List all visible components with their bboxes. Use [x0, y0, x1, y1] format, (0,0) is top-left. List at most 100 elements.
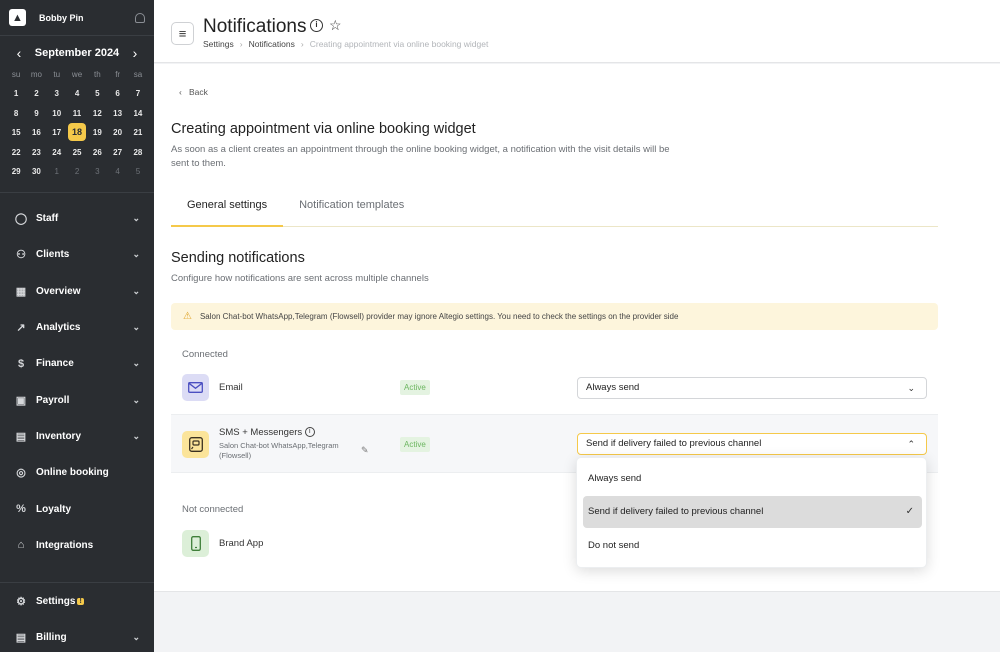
sidebar-item-label: Billing: [36, 631, 67, 643]
hamburger-icon: ≡: [178, 26, 187, 41]
email-send-mode-select[interactable]: Always send ⌄: [577, 377, 927, 399]
back-label: Back: [188, 87, 208, 97]
info-icon[interactable]: i: [310, 19, 323, 32]
calendar-day[interactable]: 3: [47, 84, 67, 104]
sidebar-item-integrations[interactable]: ⌂ Integrations: [0, 527, 154, 563]
breadcrumb: Settings › Notifications › Creating appo…: [203, 39, 488, 49]
dropdown-option-send-if-failed[interactable]: Send if delivery failed to previous chan…: [583, 496, 922, 528]
calendar-day[interactable]: 14: [128, 104, 148, 124]
calendar-day[interactable]: 1: [6, 84, 26, 104]
chevron-down-icon: ⌄: [132, 213, 140, 224]
tab-notification-templates[interactable]: Notification templates: [283, 191, 420, 227]
channel-name: Brand App: [219, 538, 264, 549]
sidebar-item-finance[interactable]: $ Finance ⌄: [0, 346, 154, 382]
not-connected-label: Not connected: [182, 504, 244, 515]
calendar-day[interactable]: 26: [87, 143, 107, 163]
mobile-icon: [182, 530, 209, 557]
people-icon: ⚇: [16, 249, 26, 262]
channel-provider: Salon Chat-bot WhatsApp,Telegram (Flowse…: [219, 441, 339, 460]
chevron-down-icon: ⌄: [132, 631, 140, 642]
calendar-day[interactable]: 25: [67, 143, 87, 163]
prev-month-icon[interactable]: ‹: [12, 45, 26, 61]
calendar-today[interactable]: 18: [68, 123, 87, 141]
menu-button[interactable]: ≡: [171, 22, 194, 45]
calendar-day[interactable]: 1: [47, 162, 67, 182]
pencil-icon[interactable]: ✎: [361, 445, 369, 456]
person-icon: ◯: [14, 213, 28, 226]
channel-name-text: SMS + Messengers: [219, 427, 303, 438]
sidebar-item-online-booking[interactable]: ◎ Online booking: [0, 455, 154, 491]
calendar-day[interactable]: 11: [67, 104, 87, 124]
sms-send-mode-select[interactable]: Send if delivery failed to previous chan…: [577, 433, 927, 455]
calendar-day[interactable]: 23: [26, 143, 46, 163]
notification-description: As soon as a client creates an appointme…: [171, 144, 670, 169]
tab-general-settings[interactable]: General settings: [171, 191, 284, 227]
chevron-down-icon: ⌄: [132, 358, 140, 369]
calendar-day[interactable]: 2: [26, 84, 46, 104]
star-icon[interactable]: ☆: [329, 18, 342, 32]
box-icon: ▤: [15, 430, 27, 443]
sidebar-item-settings[interactable]: ⚙ Settings!: [0, 583, 154, 619]
calendar-day[interactable]: 7: [128, 84, 148, 104]
sidebar-item-clients[interactable]: ⚇ Clients ⌄: [0, 237, 154, 273]
sidebar-item-label: Integrations: [36, 539, 94, 551]
calendar-day[interactable]: 3: [87, 162, 107, 182]
calendar-day[interactable]: 21: [128, 123, 148, 143]
calendar-day[interactable]: 12: [87, 104, 107, 124]
chevron-down-icon: ⌄: [907, 383, 915, 393]
calendar-day[interactable]: 10: [47, 104, 67, 124]
channel-name: SMS + Messengers i: [219, 427, 315, 438]
sidebar-item-label: Clients: [36, 249, 70, 261]
calendar-weekday: th: [94, 70, 101, 79]
calendar-day[interactable]: 22: [6, 143, 26, 163]
calendar-day[interactable]: 16: [26, 123, 46, 143]
wallet-icon: ▣: [15, 394, 27, 407]
calendar-day[interactable]: 19: [87, 123, 107, 143]
breadcrumb-current: Creating appointment via online booking …: [309, 39, 489, 49]
calendar-day[interactable]: 18: [67, 123, 87, 143]
sidebar-item-label: Overview: [36, 285, 81, 297]
back-link[interactable]: ‹ Back: [179, 87, 208, 97]
calendar-day[interactable]: 9: [26, 104, 46, 124]
calendar-day[interactable]: 4: [107, 162, 127, 182]
sidebar-item-analytics[interactable]: ↗ Analytics ⌄: [0, 309, 154, 345]
channel-row-email: Email Active Always send ⌄: [171, 362, 938, 414]
select-value: Send if delivery failed to previous chan…: [586, 438, 762, 449]
bell-icon[interactable]: [135, 12, 145, 23]
calendar-day[interactable]: 27: [107, 143, 127, 163]
calendar-day[interactable]: 13: [107, 104, 127, 124]
warning-banner: ⚠ Salon Chat-bot WhatsApp,Telegram (Flow…: [171, 303, 938, 330]
calendar-day[interactable]: 4: [67, 84, 87, 104]
calendar-weekday: sa: [133, 70, 143, 79]
dropdown-option-do-not-send[interactable]: Do not send: [583, 530, 922, 562]
user-header[interactable]: ▲ Bobby Pin: [0, 0, 154, 36]
sidebar-item-inventory[interactable]: ▤ Inventory ⌄: [0, 418, 154, 454]
calendar-day[interactable]: 5: [87, 84, 107, 104]
calendar-day[interactable]: 30: [26, 162, 46, 182]
calendar-day[interactable]: 29: [6, 162, 26, 182]
sidebar-item-overview[interactable]: ▦ Overview ⌄: [0, 273, 154, 309]
sidebar-item-billing[interactable]: ▤ Billing ⌄: [0, 619, 154, 652]
calendar-day[interactable]: 8: [6, 104, 26, 124]
calendar-day[interactable]: 5: [128, 162, 148, 182]
user-name: Bobby Pin: [39, 12, 84, 23]
calendar-day[interactable]: 15: [6, 123, 26, 143]
section-title: Sending notifications: [171, 250, 305, 266]
top-bar: ≡ Notifications i ☆ Settings › Notificat…: [154, 0, 1000, 63]
sidebar-item-payroll[interactable]: ▣ Payroll ⌄: [0, 382, 154, 418]
sidebar-item-label: Online booking: [36, 467, 109, 479]
breadcrumb-settings[interactable]: Settings: [203, 39, 234, 49]
sidebar-item-loyalty[interactable]: % Loyalty: [0, 491, 154, 527]
breadcrumb-notifications[interactable]: Notifications: [249, 39, 295, 49]
sidebar-item-staff[interactable]: ◯ Staff ⌄: [0, 201, 154, 237]
info-icon[interactable]: i: [304, 427, 315, 438]
calendar-day[interactable]: 24: [47, 143, 67, 163]
dropdown-option-always-send[interactable]: Always send: [583, 463, 922, 495]
calendar-day[interactable]: 28: [128, 143, 148, 163]
sidebar-item-label: Staff: [36, 213, 59, 225]
calendar-day[interactable]: 2: [67, 162, 87, 182]
calendar-day[interactable]: 6: [107, 84, 127, 104]
calendar-day[interactable]: 17: [47, 123, 67, 143]
calendar-day[interactable]: 20: [107, 123, 127, 143]
next-month-icon[interactable]: ›: [128, 45, 142, 61]
